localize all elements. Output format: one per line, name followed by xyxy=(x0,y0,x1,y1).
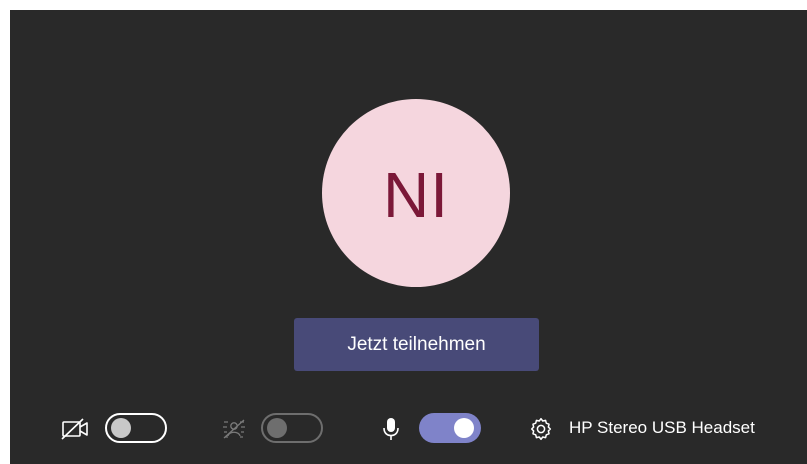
camera-toggle[interactable] xyxy=(105,413,167,443)
microphone-toggle[interactable] xyxy=(419,413,481,443)
join-now-button[interactable]: Jetzt teilnehmen xyxy=(294,318,539,371)
camera-toggle-knob xyxy=(111,418,131,438)
microphone-toggle-knob xyxy=(454,418,474,438)
microphone-icon[interactable] xyxy=(382,416,400,442)
gear-icon[interactable] xyxy=(528,416,554,442)
avatar-initials: NI xyxy=(383,159,449,231)
audio-device-label[interactable]: HP Stereo USB Headset xyxy=(569,418,755,438)
background-effects-toggle-knob xyxy=(267,418,287,438)
background-blur-icon xyxy=(223,419,245,439)
meeting-prejoin-panel: NI Jetzt teilnehmen HP Stereo USB Headse… xyxy=(10,10,807,464)
avatar: NI xyxy=(322,99,510,287)
background-effects-toggle[interactable] xyxy=(261,413,323,443)
camera-off-icon[interactable] xyxy=(61,418,91,440)
